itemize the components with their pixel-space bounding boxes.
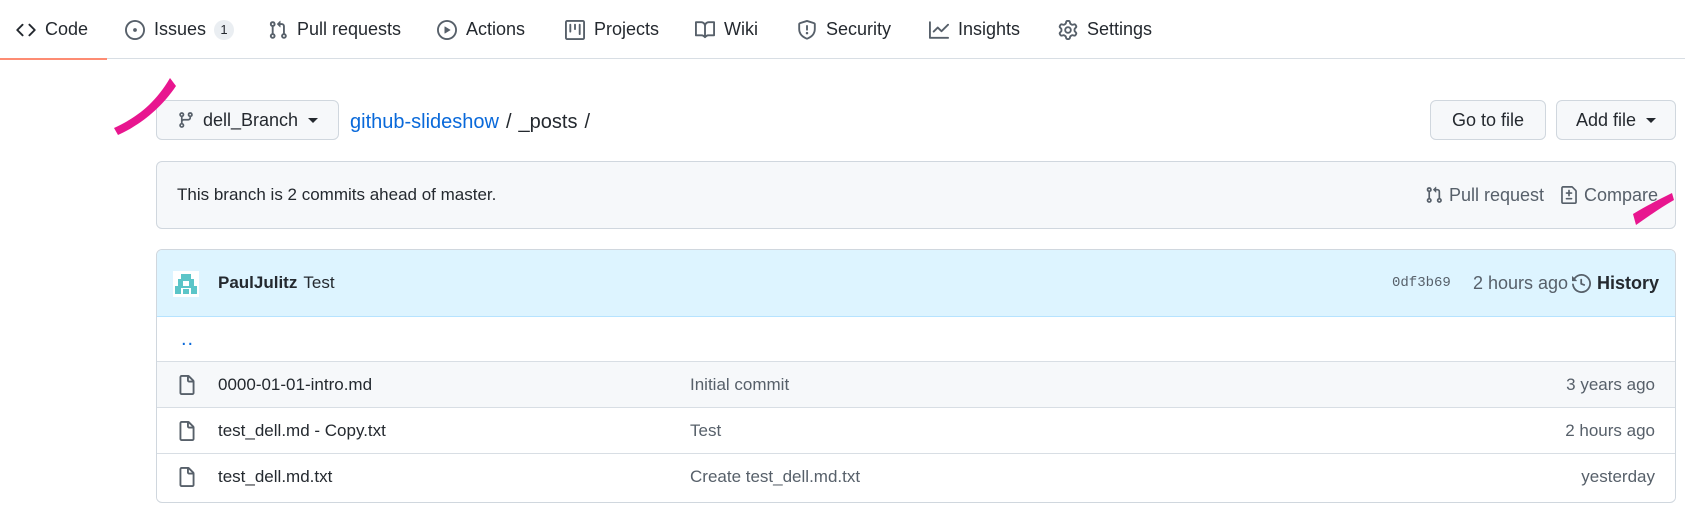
file-name-link[interactable]: 0000-01-01-intro.md xyxy=(218,362,372,408)
tab-code-label: Code xyxy=(45,19,89,39)
chevron-down-icon xyxy=(308,117,319,123)
commit-sha-link[interactable]: 0df3b69 xyxy=(1392,250,1451,316)
issue-opened-icon xyxy=(125,19,145,40)
chevron-down-icon xyxy=(1646,117,1657,123)
parent-directory-link[interactable]: .. xyxy=(181,317,194,362)
git-pull-request-icon xyxy=(1425,186,1443,204)
graph-icon xyxy=(929,20,949,40)
tab-security[interactable]: Security xyxy=(797,0,891,59)
branch-ahead-text: This branch is 2 commits ahead of master… xyxy=(177,185,497,204)
file-commit-message-link[interactable]: Create test_dell.md.txt xyxy=(690,454,860,500)
tab-issues-label: Issues xyxy=(154,19,207,39)
file-row[interactable]: 0000-01-01-intro.md Initial commit 3 yea… xyxy=(157,362,1675,408)
breadcrumb-current-folder: _posts xyxy=(518,110,578,133)
go-to-file-label: Go to file xyxy=(1451,109,1525,130)
file-diff-icon xyxy=(1560,186,1578,204)
tab-security-label: Security xyxy=(826,19,892,39)
tab-wiki[interactable]: Wiki xyxy=(695,0,758,59)
file-icon xyxy=(177,375,197,395)
latest-commit-bar: PaulJulitz Test 0df3b69 2 hours ago Hist… xyxy=(157,250,1675,317)
history-label: History xyxy=(1597,272,1660,293)
commit-author-link[interactable]: PaulJulitz xyxy=(218,273,297,293)
tab-insights-label: Insights xyxy=(958,19,1021,39)
file-commit-message-link[interactable]: Test xyxy=(690,408,721,454)
file-commit-message-link[interactable]: Initial commit xyxy=(690,362,789,408)
history-link[interactable]: History xyxy=(1572,250,1659,316)
tab-settings[interactable]: Settings xyxy=(1058,0,1152,59)
repo-nav: Code Issues 1 Pull requests Actions Proj… xyxy=(0,0,1685,60)
file-age: yesterday xyxy=(1581,467,1655,486)
code-icon xyxy=(16,20,36,40)
tab-settings-label: Settings xyxy=(1087,19,1153,39)
history-icon xyxy=(1572,273,1591,293)
go-to-file-button[interactable]: Go to file xyxy=(1430,100,1546,140)
git-pull-request-icon xyxy=(268,20,288,40)
breadcrumb-trailing-separator: / xyxy=(584,110,591,133)
issues-count-badge: 1 xyxy=(214,19,235,40)
pull-request-label: Pull request xyxy=(1449,184,1545,205)
tab-projects-label: Projects xyxy=(594,19,660,39)
git-branch-icon xyxy=(177,111,195,129)
book-icon xyxy=(695,20,715,40)
add-file-button[interactable]: Add file xyxy=(1556,100,1676,140)
add-file-label: Add file xyxy=(1575,109,1637,130)
tab-pull-requests-label: Pull requests xyxy=(297,19,402,39)
breadcrumb-repo-link[interactable]: github-slideshow xyxy=(350,111,499,134)
latest-commit-message: PaulJulitz Test xyxy=(218,250,335,316)
file-icon xyxy=(177,467,197,487)
file-age: 2 hours ago xyxy=(1565,421,1655,440)
pull-request-link[interactable]: Pull request xyxy=(1425,162,1544,228)
tab-issues[interactable]: Issues 1 xyxy=(125,0,235,59)
tab-insights[interactable]: Insights xyxy=(929,0,1020,59)
table-icon xyxy=(565,19,585,40)
file-age: 3 years ago xyxy=(1566,375,1655,394)
file-icon xyxy=(177,421,197,441)
tab-projects[interactable]: Projects xyxy=(565,0,659,59)
file-name-link[interactable]: test_dell.md.txt xyxy=(218,454,332,500)
file-row[interactable]: test_dell.md.txt Create test_dell.md.txt… xyxy=(157,454,1675,500)
tab-code[interactable]: Code xyxy=(0,0,108,60)
file-name-link[interactable]: test_dell.md - Copy.txt xyxy=(218,408,386,454)
commit-age: 2 hours ago xyxy=(1473,272,1569,293)
branch-status-box: This branch is 2 commits ahead of master… xyxy=(156,161,1676,229)
tab-wiki-label: Wiki xyxy=(724,19,758,39)
avatar[interactable] xyxy=(173,271,199,297)
gear-icon xyxy=(1058,19,1078,40)
play-icon xyxy=(437,19,457,40)
tab-actions[interactable]: Actions xyxy=(437,0,525,59)
branch-select-button[interactable]: dell_Branch xyxy=(156,100,339,140)
annotation-mark xyxy=(1633,193,1674,225)
breadcrumb: github-slideshow / _posts / xyxy=(350,104,597,140)
tab-actions-label: Actions xyxy=(466,19,526,39)
tab-pull-requests[interactable]: Pull requests xyxy=(268,0,401,59)
file-table: PaulJulitz Test 0df3b69 2 hours ago Hist… xyxy=(156,249,1676,503)
branch-name: dell_Branch xyxy=(202,109,299,130)
breadcrumb-separator: / xyxy=(505,110,512,133)
shield-icon xyxy=(797,19,817,40)
annotation-mark xyxy=(114,78,176,135)
parent-directory-row: .. xyxy=(157,317,1675,362)
commit-message-link[interactable]: Test xyxy=(303,273,334,293)
file-row[interactable]: test_dell.md - Copy.txt Test 2 hours ago xyxy=(157,408,1675,454)
